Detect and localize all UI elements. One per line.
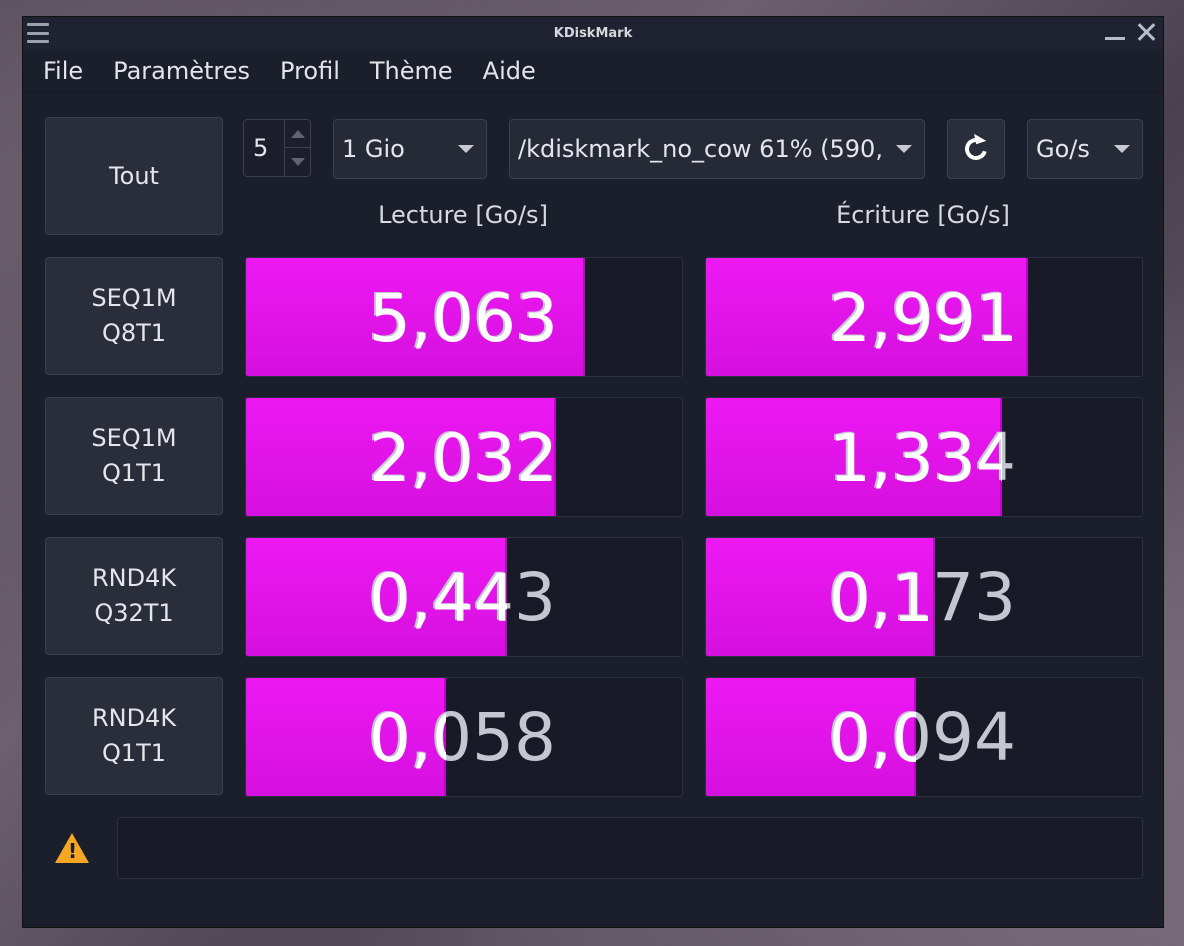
- test-label-line1: SEQ1M: [91, 424, 177, 453]
- write-result-value-overlay: 1,334: [829, 419, 1002, 497]
- write-value-highlight: 0,173: [706, 538, 935, 656]
- spin-down-icon[interactable]: [284, 148, 310, 176]
- read-result-bar: 5,063 5,063: [245, 257, 683, 377]
- read-result-value-overlay: 0,058: [369, 699, 446, 777]
- menu-profile[interactable]: Profil: [280, 57, 340, 85]
- app-window: KDiskMark File Paramètres Profil Thème A…: [22, 16, 1164, 928]
- test-label-line1: RND4K: [91, 704, 177, 733]
- refresh-icon: [960, 133, 992, 165]
- minimize-icon[interactable]: [1105, 21, 1125, 43]
- runs-spinbox[interactable]: 5: [243, 119, 311, 177]
- write-result-value-overlay: 2,991: [829, 279, 1018, 357]
- read-value-highlight: 5,063: [246, 258, 585, 376]
- target-select[interactable]: /kdiskmark_no_cow 61% (590,9: [509, 119, 925, 179]
- write-value-highlight: 0,094: [706, 678, 916, 796]
- write-result-bar: 2,991 2,991: [705, 257, 1143, 377]
- menu-file[interactable]: File: [43, 57, 83, 85]
- write-result-bar: 1,334 1,334: [705, 397, 1143, 517]
- test-button-2[interactable]: RND4K Q32T1: [45, 537, 223, 655]
- read-result-value-overlay: 2,032: [369, 419, 556, 497]
- write-value-highlight: 1,334: [706, 398, 1002, 516]
- test-label-line1: SEQ1M: [91, 284, 177, 313]
- read-result-value-overlay: 5,063: [369, 279, 558, 357]
- title-bar: KDiskMark: [23, 17, 1163, 49]
- test-button-0[interactable]: SEQ1M Q8T1: [45, 257, 223, 375]
- size-value: 1 Gio: [342, 135, 405, 163]
- write-result-bar: 0,1730,173: [705, 537, 1143, 657]
- read-result-bar: 2,032 2,032: [245, 397, 683, 517]
- read-value-highlight: 0,443: [246, 538, 507, 656]
- menu-settings[interactable]: Paramètres: [113, 57, 250, 85]
- write-header: Écriture [Go/s]: [836, 201, 1010, 229]
- read-header: Lecture [Go/s]: [378, 201, 548, 229]
- window-menu-icon[interactable]: [27, 23, 49, 43]
- menu-theme[interactable]: Thème: [370, 57, 453, 85]
- test-label-line2: Q1T1: [101, 739, 167, 767]
- test-button-1[interactable]: SEQ1M Q1T1: [45, 397, 223, 515]
- write-result-value-overlay: 0,173: [829, 559, 935, 637]
- read-result-value-overlay: 0,443: [369, 559, 507, 637]
- menu-bar: File Paramètres Profil Thème Aide: [23, 49, 1163, 93]
- read-result-bar: 0,0580,058: [245, 677, 683, 797]
- unit-value: Go/s: [1036, 135, 1090, 163]
- warning-icon: [55, 833, 89, 863]
- test-label-line2: Q1T1: [101, 459, 167, 487]
- read-value-highlight: 2,032: [246, 398, 556, 516]
- chevron-down-icon: [896, 145, 912, 153]
- test-label-line1: RND4K: [91, 564, 177, 593]
- read-result-bar: 0,4430,443: [245, 537, 683, 657]
- close-icon[interactable]: [1135, 21, 1157, 43]
- target-value: /kdiskmark_no_cow 61% (590,9: [518, 135, 884, 163]
- size-select[interactable]: 1 Gio: [333, 119, 487, 179]
- test-button-3[interactable]: RND4K Q1T1: [45, 677, 223, 795]
- chevron-down-icon: [1114, 145, 1130, 153]
- write-result-value-overlay: 0,094: [829, 699, 916, 777]
- spin-up-icon[interactable]: [284, 120, 310, 148]
- write-result-bar: 0,0940,094: [705, 677, 1143, 797]
- window-title: KDiskMark: [553, 25, 633, 41]
- test-label-line2: Q32T1: [94, 599, 174, 627]
- menu-help[interactable]: Aide: [483, 57, 536, 85]
- chevron-down-icon: [458, 145, 474, 153]
- runs-value: 5: [253, 134, 269, 162]
- status-message: [117, 817, 1143, 879]
- run-all-button[interactable]: Tout: [45, 117, 223, 235]
- write-value-highlight: 2,991: [706, 258, 1028, 376]
- refresh-button[interactable]: [947, 119, 1005, 179]
- unit-select[interactable]: Go/s: [1027, 119, 1143, 179]
- test-label-line2: Q8T1: [101, 319, 167, 347]
- read-value-highlight: 0,058: [246, 678, 446, 796]
